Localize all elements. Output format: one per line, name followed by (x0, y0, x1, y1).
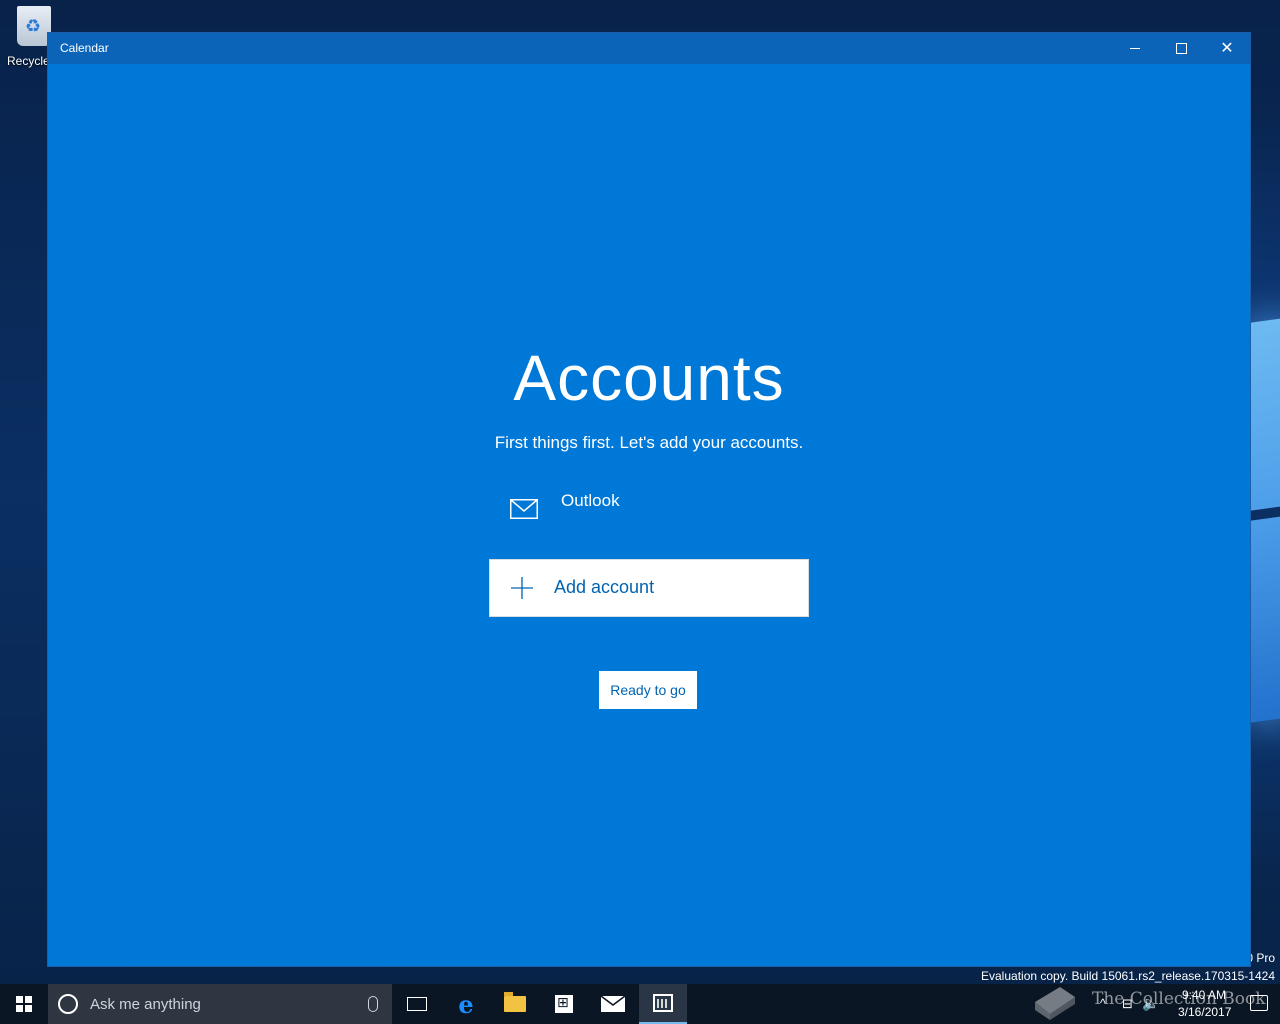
calendar-taskbar-button[interactable] (639, 984, 687, 1024)
task-view-icon (407, 997, 427, 1011)
task-view-button[interactable] (394, 984, 440, 1024)
calendar-icon (653, 994, 673, 1012)
title-bar[interactable]: Calendar ✕ (48, 33, 1250, 64)
overlay-watermark-text: The Collection Book (1092, 989, 1266, 1009)
edge-icon: e (458, 989, 474, 1019)
minimize-icon (1130, 48, 1140, 49)
edge-taskbar-button[interactable]: e (443, 984, 489, 1024)
store-icon (555, 994, 573, 1013)
maximize-icon (1175, 43, 1187, 54)
maximize-button[interactable] (1158, 33, 1204, 64)
account-name: Outlook (561, 491, 620, 510)
cortana-icon (58, 994, 78, 1014)
build-watermark: Evaluation copy. Build 15061.rs2_release… (981, 969, 1275, 983)
close-icon: ✕ (1220, 39, 1234, 57)
search-placeholder: Ask me anything (90, 995, 201, 1013)
search-box[interactable]: Ask me anything (48, 984, 392, 1024)
mail-icon (510, 499, 538, 519)
calendar-window: Calendar ✕ Accounts First things first. … (47, 32, 1251, 967)
file-explorer-taskbar-button[interactable] (492, 984, 538, 1024)
recycle-bin-icon (17, 6, 51, 46)
book-logo-icon (1035, 987, 1075, 1020)
window-title: Calendar (60, 41, 109, 55)
mail-taskbar-icon (601, 996, 625, 1012)
minimize-button[interactable] (1112, 33, 1158, 64)
taskbar: Ask me anything e (0, 984, 1280, 1024)
page-title: Accounts (513, 342, 785, 414)
mail-taskbar-button[interactable] (590, 984, 636, 1024)
store-taskbar-button[interactable] (541, 984, 587, 1024)
account-item-outlook[interactable]: Outlook (508, 491, 808, 531)
ready-to-go-button[interactable]: Ready to go (599, 671, 697, 709)
close-button[interactable]: ✕ (1204, 33, 1250, 64)
folder-icon (504, 992, 526, 1012)
microphone-icon[interactable] (368, 996, 378, 1012)
add-account-button[interactable]: Add account (489, 559, 809, 617)
plus-icon (511, 577, 533, 599)
add-account-label: Add account (554, 577, 655, 597)
start-button[interactable] (0, 984, 48, 1024)
windows-start-icon (16, 996, 32, 1012)
page-subtitle: First things first. Let's add your accou… (494, 433, 804, 452)
